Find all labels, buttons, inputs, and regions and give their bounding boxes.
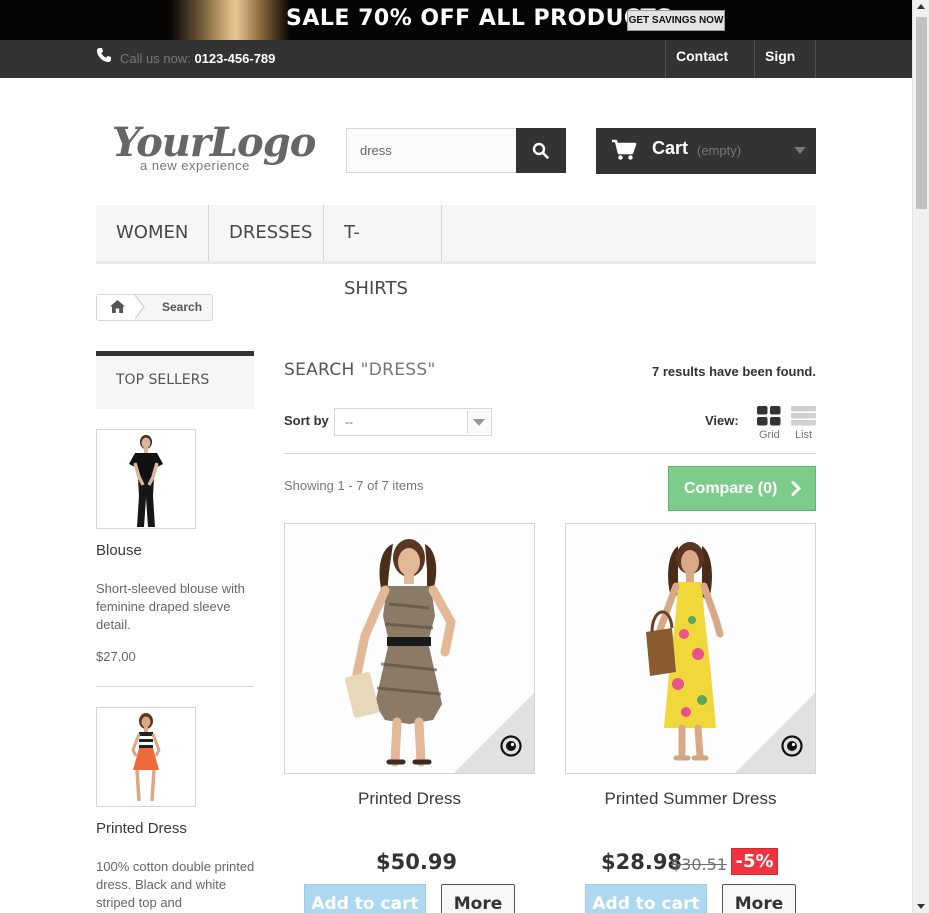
printed-dress-product-image [97,708,195,806]
breadcrumb: Search [96,294,213,321]
breadcrumb-separator-inner [134,295,143,319]
view-label: View: [705,413,739,428]
cart-block[interactable]: Cart (empty) [596,128,816,174]
blouse-product-image [97,430,195,528]
home-icon [110,300,125,313]
chevron-down-icon [467,411,489,433]
search-button[interactable] [516,128,566,173]
sidebar-product-description: 100% cotton double printed dress. Black … [96,859,255,910]
breadcrumb-home[interactable] [97,295,137,320]
add-to-cart-button[interactable]: Add to cart [304,884,426,913]
sort-selected-value: -- [345,415,353,429]
more-button[interactable]: More [441,884,515,913]
toolbar-divider [284,453,816,454]
sort-select[interactable]: -- [334,408,492,436]
results-count: 7 results have been found. [652,364,816,379]
product-price: $28.98 [601,850,683,874]
product-old-price: $30.51 [671,855,727,874]
menu-item-tshirts[interactable]: T-shirts [324,205,442,299]
search-query: "dress" [360,360,436,380]
menu-item-dresses[interactable]: Dresses [209,205,324,261]
card-corner-decoration [735,693,815,773]
top-sellers-title: Top sellers [116,372,210,388]
search-icon [532,142,549,159]
compare-label: Compare (0) [684,480,778,497]
scroll-down-arrow-icon[interactable] [917,904,925,909]
phone-icon [97,48,111,62]
top-sellers-header[interactable]: Top sellers [96,351,254,409]
more-button[interactable]: More [722,884,796,913]
quick-view-icon[interactable] [781,735,803,757]
grid-icon [757,406,781,426]
quick-view-icon[interactable] [500,735,522,757]
search-input[interactable] [346,128,517,173]
promo-banner[interactable]: SALE 70% OFF ALL PRODUCTS GET SAVINGS NO… [0,0,912,40]
get-savings-button[interactable]: GET SAVINGS NOW [627,10,725,31]
product-image-link[interactable] [565,523,816,774]
site-logo[interactable]: YourLogo a new experience [112,122,316,177]
cart-label: Cart [652,138,689,158]
breadcrumb-current: Search [162,300,203,314]
chevron-right-icon [791,481,801,496]
product-price: $50.99 [376,850,458,874]
sign-in-link[interactable]: Sign in [754,40,816,96]
scrollbar-thumb[interactable] [916,17,927,209]
scroll-up-arrow-icon[interactable] [917,4,925,9]
view-list-label: List [795,429,813,441]
discount-badge: -5% [731,848,778,875]
list-icon [791,406,816,426]
logo-tagline: a new experience [140,158,250,173]
add-to-cart-button[interactable]: Add to cart [585,884,707,913]
view-list-button[interactable]: List [790,405,818,445]
product-name[interactable]: Printed Dress [284,789,535,809]
page-scrollbar[interactable] [912,0,929,913]
menu-item-women[interactable]: Women [96,205,209,261]
main-menu: Women Dresses T-shirts [96,205,816,299]
contact-us-link[interactable]: Contact us [665,40,755,96]
sort-label: Sort by [284,413,329,428]
call-prefix: Call us now: [120,51,191,66]
phone-number: 0123-456-789 [194,51,276,66]
blouse-thumbnail[interactable] [96,429,196,529]
page-title-label: Search [284,360,355,380]
product-name[interactable]: Printed Summer Dress [565,789,816,809]
cart-status: (empty) [697,143,742,158]
chevron-down-icon [794,147,806,154]
sidebar-product-description: Short-sleeved blouse with feminine drape… [96,581,245,632]
banner-model-image [170,0,290,40]
compare-button[interactable]: Compare (0) [668,466,816,511]
product-image-link[interactable] [284,523,535,774]
cart-icon [612,139,637,160]
printed-dress-thumbnail[interactable] [96,707,196,807]
sidebar-product-price: $27.00 [96,649,136,664]
sidebar-product-name[interactable]: Blouse [96,542,142,559]
showing-items-text: Showing 1 - 7 of 7 items [284,478,424,493]
view-grid-button[interactable]: Grid [755,405,783,445]
view-grid-label: Grid [759,429,780,441]
sidebar-product-name[interactable]: Printed Dress [96,820,187,837]
card-corner-decoration [454,693,534,773]
banner-text: SALE 70% OFF ALL PRODUCTS [286,6,673,31]
call-us-text: Call us now: 0123-456-789 [120,51,275,66]
sidebar-divider [96,686,254,687]
page-title: Search "dress" [284,360,436,380]
